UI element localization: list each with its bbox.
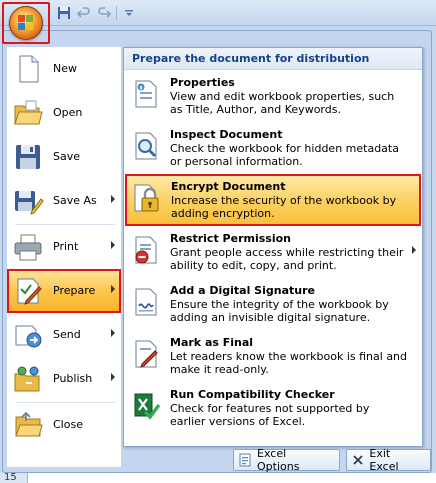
redo-icon[interactable]: [96, 5, 112, 21]
menu-item-label: Save: [53, 150, 81, 163]
properties-icon: [135, 80, 157, 108]
option-title: Properties: [170, 76, 235, 89]
row-header: 15: [0, 473, 28, 483]
option-description: Grant people access while restricting th…: [170, 246, 404, 272]
menu-item-label: Prepare: [53, 284, 96, 297]
exit-excel-button[interactable]: Exit Excel: [345, 447, 431, 473]
toolbar-separator: [116, 6, 117, 20]
menu-item-save[interactable]: Save: [7, 135, 121, 179]
option-inspect-document[interactable]: Inspect Document Check the workbook for …: [124, 122, 422, 174]
encrypt-lock-icon: [134, 184, 159, 212]
new-doc-icon: [19, 55, 39, 83]
customize-icon[interactable]: [121, 5, 137, 21]
printer-icon: [14, 234, 42, 261]
option-title: Add a Digital Signature: [170, 284, 315, 297]
exit-x-icon: [351, 453, 365, 467]
option-restrict-permission[interactable]: Restrict Permission Grant people access …: [124, 226, 422, 278]
prepare-submenu-panel: Prepare the document for distribution Pr…: [123, 47, 423, 447]
option-description: Check for features not supported by earl…: [170, 402, 370, 428]
left-command-list: New Open Save Save As Print Prepare Send…: [7, 47, 121, 467]
menu-item-label: Close: [53, 418, 83, 431]
undo-icon[interactable]: [76, 5, 92, 21]
save-icon[interactable]: [56, 5, 72, 21]
submenu-arrow-icon: [412, 246, 416, 254]
close-folder-icon: [15, 411, 43, 437]
option-description: View and edit workbook properties, such …: [170, 90, 395, 116]
publish-icon: [14, 366, 40, 392]
option-description: Increase the security of the workbook by…: [171, 194, 397, 220]
menu-item-label: Open: [53, 106, 83, 119]
compatibility-checker-icon: [134, 393, 161, 420]
option-title: Inspect Document: [170, 128, 283, 141]
menu-item-publish[interactable]: Publish: [7, 357, 121, 401]
menu-item-label: Save As: [53, 194, 97, 207]
option-encrypt-document[interactable]: Encrypt Document Increase the security o…: [125, 174, 421, 226]
open-folder-icon: [14, 100, 43, 125]
excel-options-label: Excel Options: [257, 447, 300, 473]
options-document-icon: [238, 453, 252, 467]
menu-item-label: New: [53, 62, 77, 75]
submenu-arrow-icon: [111, 373, 115, 381]
restrict-permission-icon: [135, 236, 157, 264]
option-run-compatibility-checker[interactable]: Run Compatibility Checker Check for feat…: [124, 382, 422, 434]
excel-options-button[interactable]: Excel Options: [233, 447, 340, 473]
prepare-icon: [17, 278, 42, 305]
option-title: Mark as Final: [170, 336, 254, 349]
submenu-arrow-icon: [111, 285, 115, 293]
menu-item-label: Publish: [53, 372, 93, 385]
quick-access-toolbar: [56, 4, 137, 22]
option-description: Check the workbook for hidden metadata o…: [170, 142, 399, 168]
mark-final-icon: [135, 340, 158, 368]
menu-item-new[interactable]: New: [7, 47, 121, 91]
save-icon: [16, 145, 40, 169]
office-button[interactable]: [2, 2, 50, 44]
submenu-arrow-icon: [111, 241, 115, 249]
option-title: Encrypt Document: [171, 180, 286, 193]
menu-item-label: Print: [53, 240, 79, 253]
title-bar: [0, 0, 436, 26]
option-description: Ensure the integrity of the workbook by …: [170, 298, 389, 324]
submenu-arrow-icon: [111, 329, 115, 337]
panel-header: Prepare the document for distribution: [124, 48, 422, 70]
option-add-digital-signature[interactable]: Add a Digital Signature Ensure the integ…: [124, 278, 422, 330]
exit-excel-label: Exit Excel: [369, 447, 399, 473]
menu-item-send[interactable]: Send: [7, 313, 121, 357]
option-properties[interactable]: Properties View and edit workbook proper…: [124, 70, 422, 122]
office-menu: New Open Save Save As Print Prepare Send…: [2, 30, 432, 473]
office-logo-icon: [9, 6, 43, 40]
menu-item-open[interactable]: Open: [7, 91, 121, 135]
menu-item-close[interactable]: Close: [7, 403, 121, 447]
menu-item-label: Send: [53, 328, 81, 341]
digital-signature-icon: [135, 288, 157, 316]
menu-footer: Excel Options Exit Excel: [233, 447, 431, 473]
inspect-document-icon: [135, 132, 157, 160]
send-icon: [15, 325, 42, 348]
worksheet-area[interactable]: [28, 473, 436, 483]
option-mark-as-final[interactable]: Mark as Final Let readers know the workb…: [124, 330, 422, 382]
menu-item-save-as[interactable]: Save As: [7, 179, 121, 223]
option-title: Run Compatibility Checker: [170, 388, 335, 401]
submenu-arrow-icon: [111, 195, 115, 203]
option-description: Let readers know the workbook is final a…: [170, 350, 408, 376]
option-title: Restrict Permission: [170, 232, 291, 245]
menu-item-print[interactable]: Print: [7, 225, 121, 269]
menu-item-prepare[interactable]: Prepare: [7, 269, 121, 313]
save-as-icon: [15, 191, 44, 215]
